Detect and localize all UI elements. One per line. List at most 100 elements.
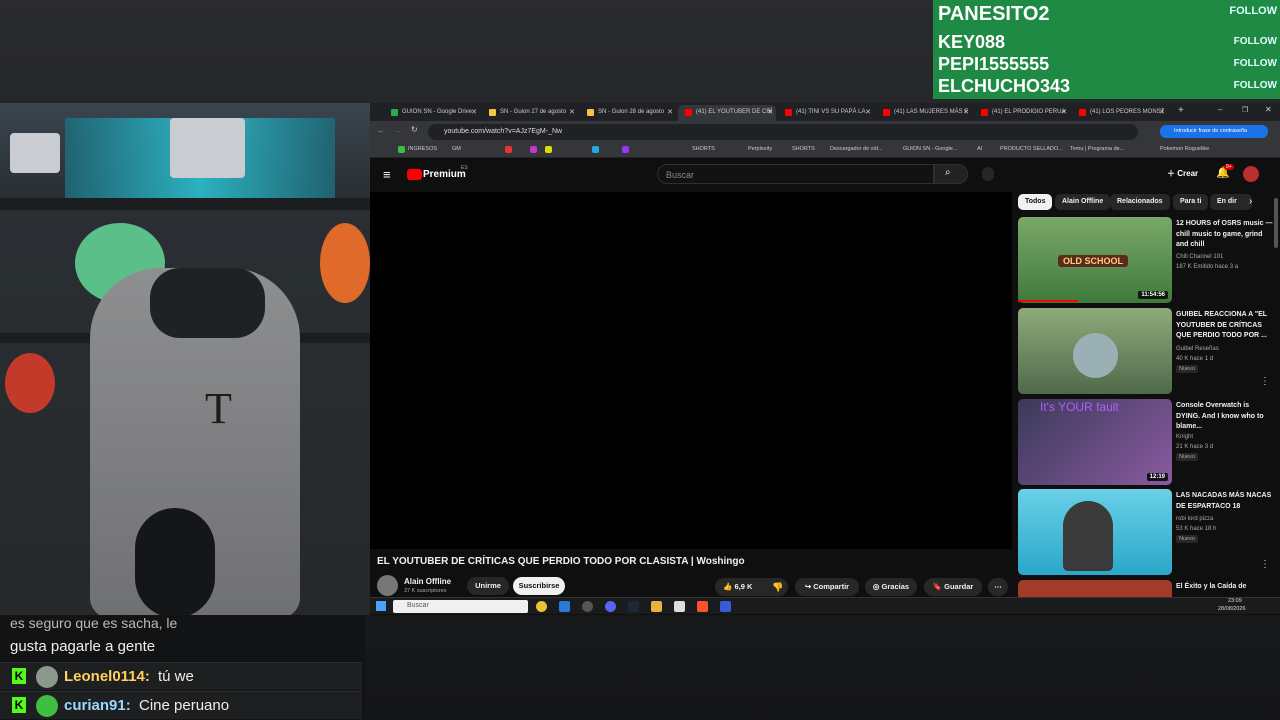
bookmark-item[interactable]: INGRESOS (408, 146, 437, 152)
window-close-icon[interactable]: ✕ (1265, 105, 1272, 114)
bookmark-item[interactable]: Pokemon Roguelike (1160, 146, 1209, 152)
youtube-logo-icon[interactable] (407, 169, 422, 180)
app-icon[interactable] (720, 601, 731, 612)
windows-start-icon[interactable] (376, 601, 386, 611)
recommendation-title[interactable]: GUIBEL REACCIONA A "EL YOUTUBER DE CRÍTI… (1176, 310, 1274, 342)
bookmark-item[interactable]: Temu | Programa de... (1070, 146, 1124, 152)
steam-icon[interactable] (628, 601, 639, 612)
recommendation-channel[interactable]: Guibel Reseñas (1176, 344, 1276, 354)
bookmark-item[interactable]: AI (977, 146, 982, 152)
discord-icon[interactable] (605, 601, 616, 612)
taskbar-search-input[interactable]: Buscar (393, 600, 528, 613)
video-thumbnail[interactable] (1018, 308, 1172, 394)
chip-channel[interactable]: Alain Offline (1055, 194, 1111, 210)
chat-username[interactable]: Leonel0114: (64, 668, 150, 685)
browser-tab[interactable]: SN - Guion 27 de agosto ✕ (482, 105, 578, 121)
back-icon[interactable]: ← (377, 126, 385, 135)
join-button[interactable]: Unirme (467, 577, 509, 595)
recommendation-title[interactable]: 12 HOURS of OSRS music — chill music to … (1176, 219, 1274, 251)
chat-username[interactable]: curian91: (64, 697, 131, 714)
mic-icon[interactable] (982, 167, 994, 181)
notepad-icon[interactable] (674, 601, 685, 612)
chip-all[interactable]: Todos (1018, 194, 1053, 210)
follow-name: PEPI1555555 (938, 54, 1050, 74)
video-thumbnail[interactable] (1018, 489, 1172, 575)
reload-icon[interactable]: ↻ (411, 125, 418, 134)
chevron-right-icon[interactable]: › (1249, 196, 1252, 207)
forward-icon[interactable]: → (394, 126, 402, 135)
chip-for-you[interactable]: Para ti (1173, 194, 1209, 210)
minimize-icon[interactable]: – (1218, 105, 1222, 114)
browser-tab[interactable]: (41) TINI VS SU PAPÁ LA ✕ (778, 105, 874, 121)
bookmark-item[interactable]: GM (452, 146, 461, 152)
youtube-logo-text[interactable]: Premium (423, 169, 466, 180)
follow-button[interactable]: FOLLOW (1234, 58, 1277, 69)
video-thumbnail[interactable]: It's YOUR fault 12:19 (1018, 399, 1172, 485)
kebab-menu-icon[interactable]: ⋮ (1260, 559, 1270, 570)
recommendation-channel[interactable]: Chill Channel 101 (1176, 252, 1276, 262)
dislike-icon[interactable]: 👎 (772, 582, 783, 593)
chip-live[interactable]: En dir (1210, 194, 1252, 210)
folder-icon[interactable] (651, 601, 662, 612)
close-icon[interactable]: ✕ (1061, 108, 1067, 116)
video-thumbnail[interactable]: OLD SCHOOL 11:54:56 (1018, 217, 1172, 303)
clock-date[interactable]: 28/08/2026 (1218, 606, 1246, 612)
close-icon[interactable]: ✕ (471, 108, 477, 116)
close-icon[interactable]: ✕ (1159, 108, 1165, 116)
subscribe-button[interactable]: Suscribirse (513, 577, 565, 595)
app-icon[interactable] (559, 601, 570, 612)
bookmark-item[interactable]: PRODUCTO SELLADO... (1000, 146, 1063, 152)
password-extension-button[interactable]: Introducir frase de contraseña (1160, 125, 1268, 138)
recommendation-title[interactable]: LAS NACADAS MÁS NACAS DE ESPARTACO 18 (1176, 491, 1274, 512)
bookmark-item[interactable]: Descargador de víd... (830, 146, 883, 152)
more-options-icon[interactable]: ⋯ (988, 578, 1008, 596)
kebab-menu-icon[interactable]: ⋮ (1260, 376, 1270, 387)
url-input[interactable]: youtube.com/watch?v=AJz7EgM-_Nw (428, 124, 1138, 140)
browser-tab[interactable]: (41) LAS MUJERES MÁS F ✕ (876, 105, 972, 121)
bookmark-item[interactable]: Perplexity (748, 146, 772, 152)
clock-time[interactable]: 23:09 (1228, 598, 1242, 604)
follow-button[interactable]: FOLLOW (1234, 80, 1277, 91)
avatar[interactable] (1243, 166, 1259, 182)
scrollbar[interactable] (1274, 198, 1278, 248)
recommendation-item[interactable]: LAS NACADAS MÁS NACAS DE ESPARTACO 18 ro… (1018, 489, 1280, 577)
channel-avatar[interactable] (377, 575, 398, 596)
save-button[interactable]: 🔖 Guardar (924, 578, 982, 596)
search-button[interactable]: ⌕ (934, 164, 968, 184)
channel-name[interactable]: Alain Offline (404, 577, 451, 586)
close-icon[interactable]: ✕ (667, 108, 673, 116)
browser-tab[interactable]: GUION SN - Google Drive ✕ (384, 105, 480, 121)
close-icon[interactable]: ✕ (767, 108, 773, 116)
browser-tab[interactable]: (41) EL PRODIGIO PERUA ✕ (974, 105, 1070, 121)
bookmark-item[interactable]: SHORTS (692, 146, 715, 152)
maximize-icon[interactable]: ❐ (1242, 106, 1248, 114)
search-input[interactable]: Buscar (657, 164, 934, 184)
app-icon[interactable] (582, 601, 593, 612)
thanks-button[interactable]: ◎ Gracias (865, 578, 917, 596)
recommendation-channel[interactable]: robi lord pizza (1176, 514, 1276, 524)
browser-tab[interactable]: (41) LOS PEORES MONST ✕ (1072, 105, 1168, 121)
browser-tab[interactable]: SN - Guion 28 de agosto ✕ (580, 105, 676, 121)
video-player[interactable] (370, 192, 1012, 549)
create-button[interactable]: ＋ Crear (1167, 168, 1198, 179)
close-icon[interactable]: ✕ (865, 108, 871, 116)
recommendation-channel[interactable]: Knight (1176, 432, 1276, 442)
browser-tab-active[interactable]: (41) EL YOUTUBER DE CRÍ ✕ (678, 105, 776, 121)
recommendation-item[interactable]: GUIBEL REACCIONA A "EL YOUTUBER DE CRÍTI… (1018, 308, 1280, 396)
follow-button[interactable]: FOLLOW (1234, 36, 1277, 47)
brave-icon[interactable] (697, 601, 708, 612)
recommendation-title[interactable]: El Éxito y la Caída de (1176, 582, 1274, 593)
bookmark-item[interactable]: GUION SN - Google... (903, 146, 957, 152)
new-tab-button[interactable]: + (1178, 105, 1184, 116)
recommendation-item[interactable]: It's YOUR fault 12:19 Console Overwatch … (1018, 399, 1280, 487)
close-icon[interactable]: ✕ (569, 108, 575, 116)
bookmark-item[interactable]: SHORTS (792, 146, 815, 152)
follow-button[interactable]: FOLLOW (1229, 5, 1277, 17)
recommendation-title[interactable]: Console Overwatch is DYING. And I know w… (1176, 401, 1274, 433)
chip-related[interactable]: Relacionados (1110, 194, 1170, 210)
close-icon[interactable]: ✕ (963, 108, 969, 116)
share-button[interactable]: ↪ Compartir (795, 578, 859, 596)
menu-icon[interactable]: ≡ (383, 167, 391, 182)
recommendation-item[interactable]: OLD SCHOOL 11:54:56 12 HOURS of OSRS mus… (1018, 217, 1280, 305)
chrome-icon[interactable] (536, 601, 547, 612)
